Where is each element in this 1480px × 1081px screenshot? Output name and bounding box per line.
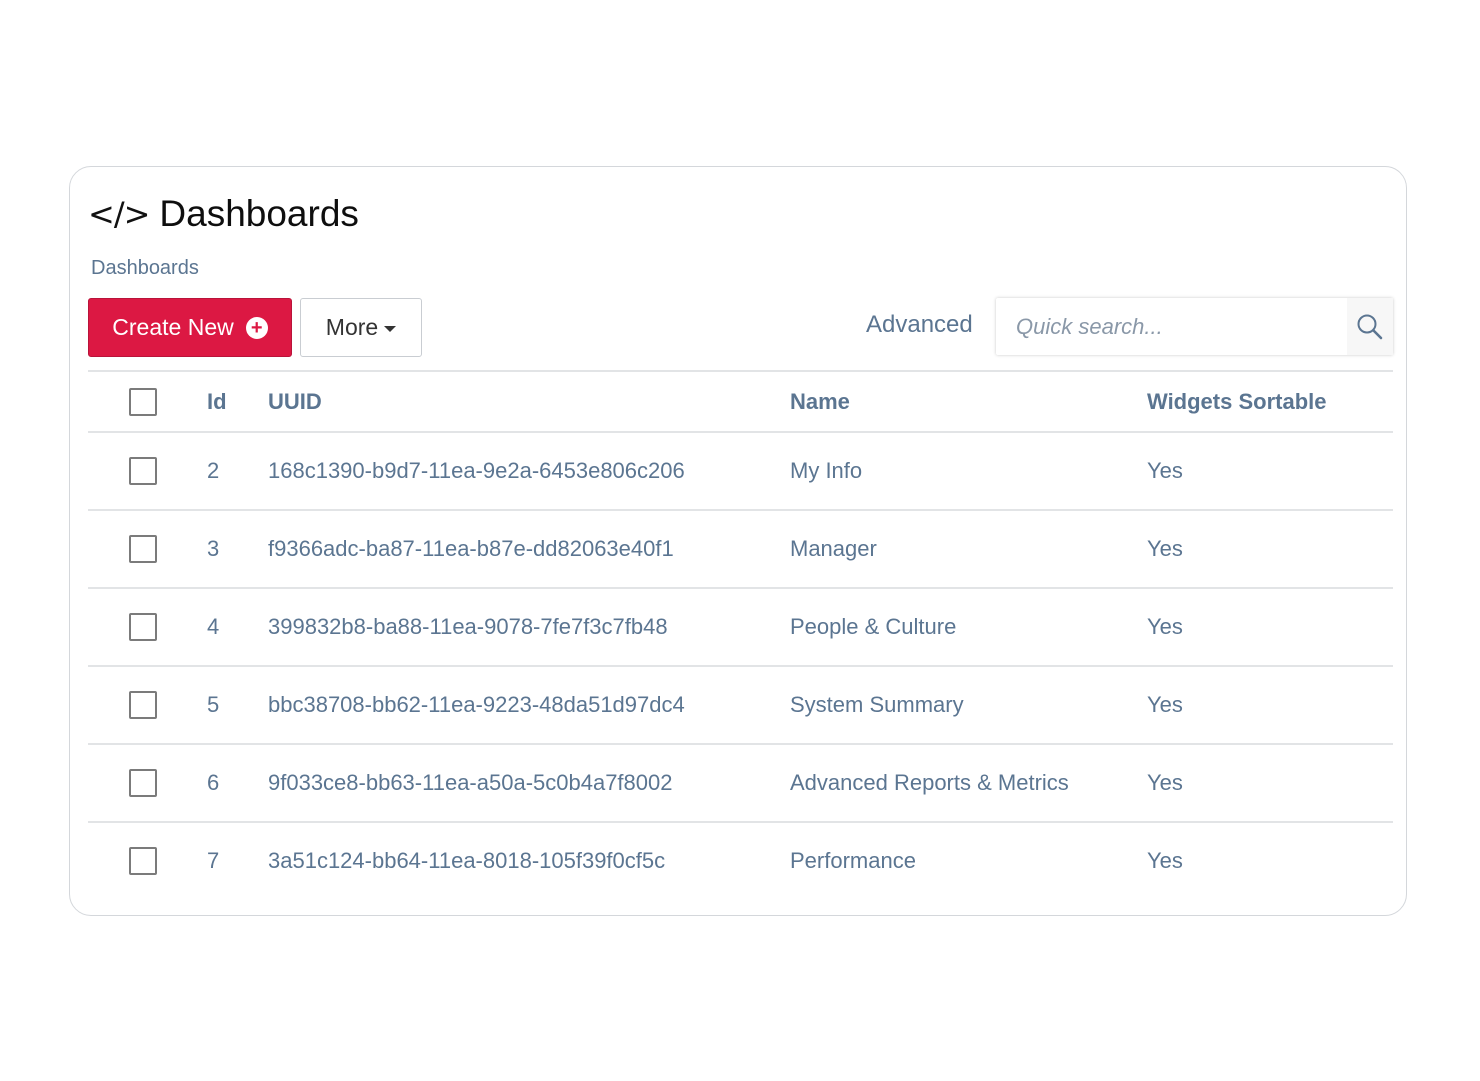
cell-widgets-sortable: Yes: [1147, 692, 1183, 717]
table-row[interactable]: 3 f9366adc-ba87-11ea-b87e-dd82063e40f1 M…: [88, 509, 1393, 587]
column-header-id[interactable]: Id: [207, 389, 227, 415]
row-checkbox[interactable]: [129, 535, 157, 563]
table-row[interactable]: 2 168c1390-b9d7-11ea-9e2a-6453e806c206 M…: [88, 431, 1393, 509]
cell-name[interactable]: Advanced Reports & Metrics: [790, 770, 1069, 796]
more-dropdown-button[interactable]: More: [300, 298, 422, 357]
cell-name[interactable]: People & Culture: [790, 614, 956, 640]
search-icon: [1357, 314, 1383, 339]
breadcrumb[interactable]: Dashboards: [91, 257, 199, 280]
table-row[interactable]: 4 399832b8-ba88-11ea-9078-7fe7f3c7fb48 P…: [88, 587, 1393, 665]
cell-id: 6: [207, 770, 220, 795]
dashboards-table: Id UUID Name Widgets Sortable 2 168c1390…: [88, 370, 1393, 899]
row-checkbox[interactable]: [129, 847, 157, 875]
cell-widgets-sortable: Yes: [1147, 848, 1183, 873]
row-checkbox[interactable]: [129, 613, 157, 641]
table-row[interactable]: 6 9f033ce8-bb63-11ea-a50a-5c0b4a7f8002 A…: [88, 743, 1393, 821]
cell-name[interactable]: My Info: [790, 458, 862, 484]
cell-name[interactable]: Manager: [790, 536, 877, 562]
row-checkbox[interactable]: [129, 769, 157, 797]
quick-search: [996, 298, 1393, 355]
cell-widgets-sortable: Yes: [1147, 458, 1183, 483]
cell-name[interactable]: Performance: [790, 848, 916, 874]
cell-widgets-sortable: Yes: [1147, 536, 1183, 561]
column-header-uuid[interactable]: UUID: [268, 389, 322, 415]
cell-id: 2: [207, 458, 220, 483]
create-new-label: Create New: [112, 314, 234, 340]
cell-id: 4: [207, 614, 220, 639]
create-new-button[interactable]: Create New +: [88, 298, 292, 357]
row-select-cell: [129, 691, 157, 719]
row-select-cell: [129, 769, 157, 797]
row-select-cell: [129, 457, 157, 485]
row-checkbox[interactable]: [129, 691, 157, 719]
cell-id: 5: [207, 692, 220, 717]
cell-uuid: 9f033ce8-bb63-11ea-a50a-5c0b4a7f8002: [268, 770, 673, 795]
cell-uuid: 399832b8-ba88-11ea-9078-7fe7f3c7fb48: [268, 614, 668, 639]
select-all-checkbox[interactable]: [129, 387, 157, 416]
select-all-cell: [129, 387, 157, 416]
cell-id: 7: [207, 848, 220, 873]
cell-id: 3: [207, 536, 220, 561]
row-select-cell: [129, 535, 157, 563]
dashboards-panel: </> Dashboards Dashboards Create New + M…: [69, 166, 1407, 916]
table-header-row: Id UUID Name Widgets Sortable: [88, 370, 1393, 431]
cell-name[interactable]: System Summary: [790, 692, 964, 718]
more-label: More: [325, 314, 379, 340]
cell-widgets-sortable: Yes: [1147, 614, 1183, 639]
page-title: Dashboards: [159, 193, 359, 234]
row-select-cell: [129, 847, 157, 875]
cell-widgets-sortable: Yes: [1147, 770, 1183, 795]
cell-uuid: 168c1390-b9d7-11ea-9e2a-6453e806c206: [268, 458, 685, 483]
table-row[interactable]: 5 bbc38708-bb62-11ea-9223-48da51d97dc4 S…: [88, 665, 1393, 743]
table-row[interactable]: 7 3a51c124-bb64-11ea-8018-105f39f0cf5c P…: [88, 821, 1393, 899]
page-header: </> Dashboards: [88, 193, 359, 235]
column-header-widgets-sortable[interactable]: Widgets Sortable: [1147, 389, 1327, 415]
row-checkbox[interactable]: [129, 457, 157, 485]
row-select-cell: [129, 613, 157, 641]
cell-uuid: bbc38708-bb62-11ea-9223-48da51d97dc4: [268, 692, 685, 717]
quick-search-input[interactable]: [996, 298, 1347, 355]
code-icon: </>: [88, 195, 150, 233]
plus-circle-icon: +: [245, 316, 268, 339]
cell-uuid: 3a51c124-bb64-11ea-8018-105f39f0cf5c: [268, 848, 666, 873]
search-button[interactable]: [1347, 298, 1393, 355]
caret-down-icon: [384, 326, 397, 332]
advanced-search-link[interactable]: Advanced: [866, 311, 973, 339]
column-header-name[interactable]: Name: [790, 389, 850, 415]
cell-uuid: f9366adc-ba87-11ea-b87e-dd82063e40f1: [268, 536, 674, 561]
